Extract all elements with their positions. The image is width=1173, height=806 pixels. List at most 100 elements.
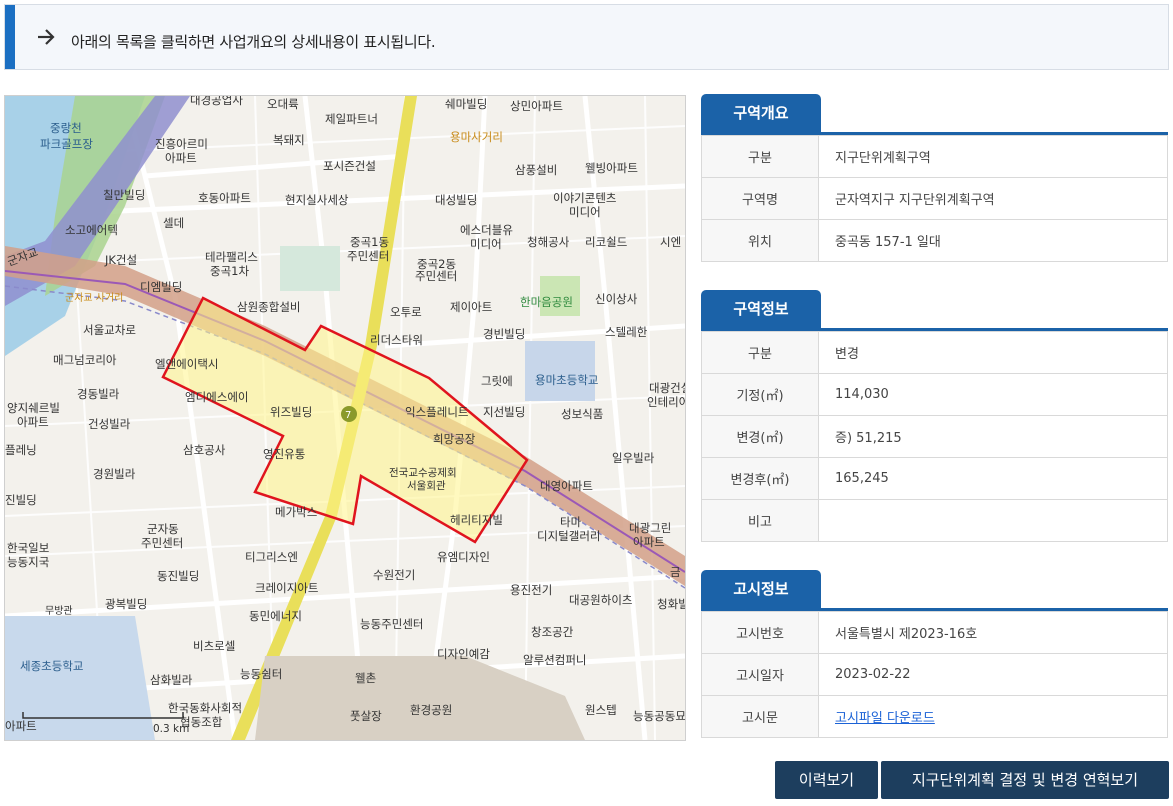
svg-text:환경공원: 환경공원 [410,703,452,717]
table-row: 고시일자 2023-02-22 [701,653,1168,696]
table-row: 기정(㎡) 114,030 [701,373,1168,416]
svg-text:대공원하이츠: 대공원하이츠 [569,593,632,607]
svg-text:이야기콘텐츠: 이야기콘텐츠 [553,191,616,205]
svg-text:미디어: 미디어 [470,237,502,251]
svg-text:비츠로셀: 비츠로셀 [193,639,235,653]
svg-text:세종초등학교: 세종초등학교 [20,659,83,673]
svg-text:쉐마빌딩: 쉐마빌딩 [445,97,487,111]
district-map[interactable]: 7 대경공업사 오대륙 제일파트너 쉐마빌딩 상민아파트 중랑천 파크골프장 진흥아르미… [4,95,686,741]
svg-text:소고에어텍: 소고에어텍 [65,223,118,237]
row-label: 위치 [701,219,819,262]
table-row: 구분 변경 [701,331,1168,374]
svg-text:경빈빌딩: 경빈빌딩 [483,327,525,341]
svg-text:디자인예감: 디자인예감 [437,647,490,661]
svg-text:아파트: 아파트 [17,415,49,429]
svg-text:유엠디자인: 유엠디자인 [437,550,490,564]
svg-text:웰빙아파트: 웰빙아파트 [585,161,638,175]
notice-message: 아래의 목록을 클릭하면 사업개요의 상세내용이 표시됩니다. [71,33,436,51]
svg-text:리코쉴드: 리코쉴드 [585,235,627,249]
svg-text:건성빌라: 건성빌라 [88,417,131,431]
svg-text:용마사거리: 용마사거리 [450,130,503,144]
district-info-tab: 구역정보 [701,290,821,328]
svg-text:원스텝: 원스텝 [585,703,617,717]
svg-text:오투로: 오투로 [390,305,422,319]
decision-history-button[interactable]: 지구단위계획 결정 및 변경 연혁보기 [881,761,1169,799]
row-label: 고시일자 [701,653,819,696]
district-overview-tab: 구역개요 [701,94,821,132]
svg-text:삼원종합설비: 삼원종합설비 [237,300,300,314]
svg-text:삼화빌라: 삼화빌라 [150,673,193,687]
svg-text:수원전기: 수원전기 [373,568,415,582]
district-overview-section: 구역개요 구분 지구단위계획구역 구역명 군자역지구 지구단위계획구역 위치 중… [701,94,1168,262]
row-value: 증) 51,215 [818,415,1168,458]
svg-text:익스플레니트: 익스플레니트 [405,405,468,419]
svg-text:신이상사: 신이상사 [595,292,638,306]
svg-text:능동공동묘: 능동공동묘 [633,709,685,723]
notice-banner: 아래의 목록을 클릭하면 사업개요의 상세내용이 표시됩니다. [4,4,1169,70]
svg-text:중랑천: 중랑천 [50,121,82,135]
svg-text:주민센터: 주민센터 [141,536,183,550]
svg-text:삼풍설비: 삼풍설비 [515,163,557,177]
svg-text:티그리스엔: 티그리스엔 [245,550,298,564]
row-value [818,499,1168,542]
svg-text:한국동화사회적: 한국동화사회적 [168,701,242,715]
svg-text:엠디에스에이: 엠디에스에이 [185,390,248,404]
svg-text:인테리어: 인테리어 [647,395,685,409]
svg-text:셀데: 셀데 [163,216,184,230]
svg-text:능동지국: 능동지국 [7,555,49,569]
svg-text:미디어: 미디어 [569,205,601,219]
table-row: 구분 지구단위계획구역 [701,135,1168,178]
row-value: 서울특별시 제2023-16호 [818,611,1168,654]
svg-text:무방관: 무방관 [45,605,73,617]
svg-text:군자교 사거리: 군자교 사거리 [65,292,123,304]
svg-text:일우빌라: 일우빌라 [612,451,655,465]
svg-text:희망공장: 희망공장 [433,432,476,446]
svg-text:호동아파트: 호동아파트 [198,191,251,205]
svg-text:아파트: 아파트 [165,151,197,165]
svg-text:디엠빌딩: 디엠빌딩 [140,280,182,294]
svg-text:동진빌딩: 동진빌딩 [157,569,199,583]
svg-text:용마초등학교: 용마초등학교 [535,373,598,387]
svg-text:웰촌: 웰촌 [355,671,376,685]
svg-text:서울회관: 서울회관 [407,480,446,492]
svg-text:삼호공사: 삼호공사 [183,443,226,457]
svg-text:크레이지아트: 크레이지아트 [255,581,318,595]
svg-text:대광그린: 대광그린 [629,521,671,535]
svg-text:제이아트: 제이아트 [450,300,492,314]
row-label: 변경(㎡) [701,415,819,458]
row-label: 비고 [701,499,819,542]
svg-text:영진유통: 영진유통 [263,447,305,461]
svg-text:서울교차로: 서울교차로 [83,323,136,337]
svg-text:상민아파트: 상민아파트 [510,99,563,113]
svg-text:칠만빌딩: 칠만빌딩 [103,188,145,202]
row-label: 고시번호 [701,611,819,654]
history-button[interactable]: 이력보기 [775,761,878,799]
svg-text:청해공사: 청해공사 [527,235,570,249]
notice-file-download-link[interactable]: 고시파일 다운로드 [835,711,935,726]
row-value: 군자역지구 지구단위계획구역 [818,177,1168,220]
svg-text:진빌딩: 진빌딩 [5,493,37,507]
table-row: 비고 [701,499,1168,542]
district-overview-table: 구분 지구단위계획구역 구역명 군자역지구 지구단위계획구역 위치 중곡동 15… [701,135,1168,262]
row-label: 구분 [701,331,819,374]
row-value: 고시파일 다운로드 [818,695,1168,738]
svg-text:풋살장: 풋살장 [350,709,382,723]
row-value: 114,030 [818,373,1168,416]
svg-text:복돼지: 복돼지 [273,133,305,147]
svg-text:매그넘코리아: 매그넘코리아 [53,353,117,367]
svg-text:중곡1동: 중곡1동 [350,235,389,249]
notice-info-table: 고시번호 서울특별시 제2023-16호 고시일자 2023-02-22 고시문… [701,611,1168,738]
svg-text:테라팰리스: 테라팰리스 [205,250,258,264]
svg-text:양지쉐르빌: 양지쉐르빌 [7,401,60,415]
svg-text:파크골프장: 파크골프장 [40,137,93,151]
svg-text:군자동: 군자동 [147,522,179,536]
svg-text:아파트: 아파트 [633,535,665,549]
row-label: 기정(㎡) [701,373,819,416]
row-label: 변경후(㎡) [701,457,819,500]
svg-text:성보식품: 성보식품 [561,407,603,421]
svg-text:지선빌딩: 지선빌딩 [483,405,525,419]
svg-text:금: 금 [670,565,681,579]
svg-text:엘앤에이택시: 엘앤에이택시 [155,357,218,371]
notice-accent-bar [5,5,15,69]
notice-info-section: 고시정보 고시번호 서울특별시 제2023-16호 고시일자 2023-02-2… [701,570,1168,738]
